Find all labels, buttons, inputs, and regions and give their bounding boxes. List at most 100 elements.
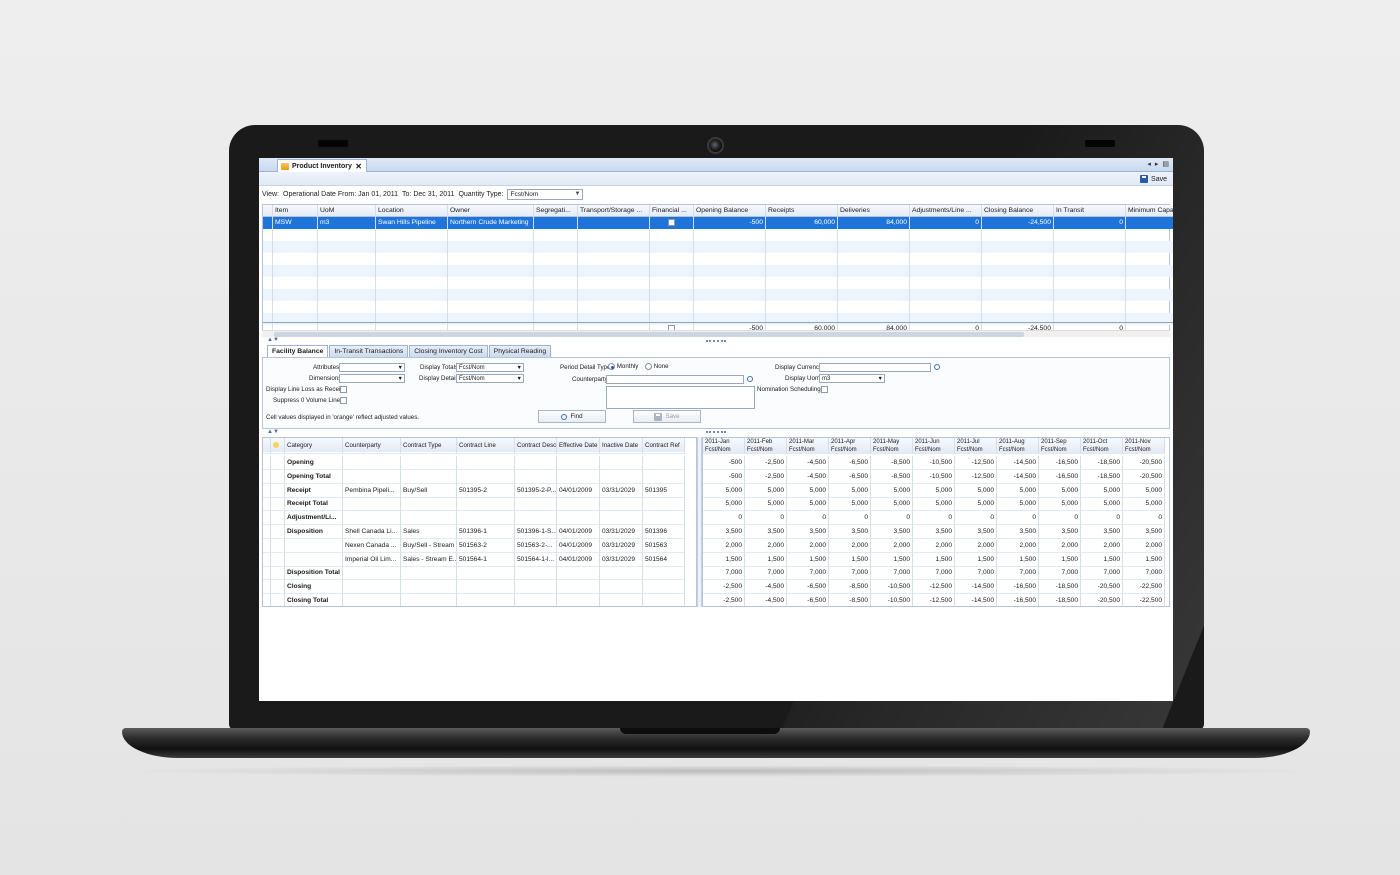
value-cell[interactable]: 1,500 [703, 552, 745, 567]
table-row[interactable]: Opening [263, 456, 685, 470]
month-header[interactable]: 2011-Jun Fcst/Nom [913, 438, 955, 454]
column-header[interactable]: Counterparty [343, 438, 401, 454]
attributes-select[interactable]: ▼ [339, 363, 405, 372]
close-icon[interactable]: ✕ [355, 162, 362, 171]
value-cell[interactable]: 1,500 [997, 552, 1039, 567]
value-cell[interactable]: 5,000 [787, 497, 829, 512]
value-cell[interactable]: 7,000 [829, 566, 871, 581]
suppress-checkbox[interactable] [340, 397, 347, 404]
value-cell[interactable]: -2,500 [703, 594, 745, 606]
value-cell[interactable]: -16,500 [997, 580, 1039, 595]
value-cell[interactable]: -10,500 [871, 594, 913, 606]
value-cell[interactable]: -22,500 [1123, 580, 1165, 595]
nomination-checkbox[interactable] [821, 386, 828, 393]
column-header[interactable]: Receipts [766, 205, 838, 217]
value-cell[interactable]: -4,500 [745, 594, 787, 606]
value-cell[interactable]: -10,500 [913, 456, 955, 470]
value-cell[interactable]: -18,500 [1081, 469, 1123, 484]
period-none-option[interactable]: None [645, 363, 669, 370]
value-cell[interactable]: -500 [703, 456, 745, 470]
value-cell[interactable]: 5,000 [1123, 497, 1165, 512]
value-cell[interactable]: 5,000 [787, 483, 829, 498]
display-uom-select[interactable]: m3 ▼ [819, 374, 885, 383]
table-row[interactable] [263, 229, 1173, 241]
column-header[interactable]: Contract Type [401, 438, 457, 454]
table-row[interactable]: Receipt Pembina Pipeli... Buy/Sell 501395-2… [263, 483, 685, 498]
save-button[interactable]: Save [1140, 175, 1167, 183]
value-cell[interactable]: -16,500 [1039, 456, 1081, 470]
table-row[interactable] [263, 241, 1173, 253]
column-header[interactable]: Deliveries [838, 205, 910, 217]
column-header[interactable]: Segregati... [534, 205, 578, 217]
value-cell[interactable]: 0 [955, 511, 997, 526]
grid-splitter[interactable] [706, 431, 726, 433]
value-cell[interactable]: 1,500 [829, 552, 871, 567]
value-cell[interactable]: -8,500 [829, 594, 871, 606]
radio-unselected[interactable] [645, 363, 652, 370]
column-header[interactable]: Owner [448, 205, 534, 217]
value-cell[interactable]: 0 [871, 511, 913, 526]
column-header[interactable]: Location [376, 205, 448, 217]
dimensions-select[interactable]: ▼ [339, 374, 405, 383]
value-cell[interactable]: 3,500 [745, 525, 787, 539]
value-cell[interactable]: 2,000 [955, 538, 997, 553]
value-cell[interactable]: 2,000 [1123, 538, 1165, 553]
value-cell[interactable]: 3,500 [997, 525, 1039, 539]
value-cell[interactable]: -8,500 [871, 469, 913, 484]
value-cell[interactable]: -10,500 [913, 469, 955, 484]
value-cell[interactable]: 2,000 [745, 538, 787, 553]
collapse-arrows-icon[interactable]: ▲▼ [267, 337, 279, 343]
scroll-right-icon[interactable]: ▸ [1155, 160, 1159, 168]
table-row[interactable]: Closing Total [263, 594, 685, 606]
value-cell[interactable]: 3,500 [703, 525, 745, 539]
table-row-selected[interactable]: MSW m3 Swan Hills Pipeline Northern Crude M… [263, 217, 1173, 229]
value-cell[interactable]: -18,500 [1081, 456, 1123, 470]
value-cell[interactable]: 7,000 [1123, 566, 1165, 581]
value-cell[interactable]: 5,000 [997, 497, 1039, 512]
month-header[interactable]: 2011-May Fcst/Nom [871, 438, 913, 454]
value-cell[interactable]: 0 [913, 511, 955, 526]
financial-checkbox[interactable] [668, 218, 675, 226]
search-icon[interactable] [934, 364, 940, 370]
value-cell[interactable]: -2,500 [703, 580, 745, 595]
value-cell[interactable]: 7,000 [745, 566, 787, 581]
value-cell[interactable]: 7,000 [997, 566, 1039, 581]
value-cell[interactable]: 0 [787, 511, 829, 526]
value-cell[interactable]: 5,000 [1039, 483, 1081, 498]
value-cell[interactable]: -14,500 [955, 580, 997, 595]
table-row[interactable] [263, 277, 1173, 289]
table-row[interactable] [263, 253, 1173, 265]
value-cell[interactable]: -22,500 [1123, 594, 1165, 606]
quantity-type-select[interactable]: Fcst/Nom ▼ [507, 188, 584, 200]
value-cell[interactable]: 5,000 [997, 483, 1039, 498]
value-cell[interactable]: 1,500 [913, 552, 955, 567]
value-cell[interactable]: 2,000 [1039, 538, 1081, 553]
value-cell[interactable]: 5,000 [1039, 497, 1081, 512]
scrollbar-thumb[interactable] [274, 332, 1024, 337]
value-cell[interactable]: -16,500 [997, 594, 1039, 606]
month-header[interactable]: 2011-Nov Fcst/Nom [1123, 438, 1165, 454]
value-cell[interactable]: 3,500 [1081, 525, 1123, 539]
month-header[interactable]: 2011-Aug Fcst/Nom [997, 438, 1039, 454]
value-cell[interactable]: -4,500 [745, 580, 787, 595]
panel-splitter[interactable] [706, 340, 726, 342]
value-cell[interactable]: 5,000 [745, 497, 787, 512]
column-header[interactable]: Minimum Capa [1126, 205, 1173, 217]
value-cell[interactable]: -18,500 [1039, 580, 1081, 595]
value-cell[interactable]: 5,000 [703, 497, 745, 512]
value-cell[interactable]: 5,000 [871, 497, 913, 512]
value-cell[interactable]: 1,500 [871, 552, 913, 567]
line-loss-checkbox[interactable] [340, 386, 347, 393]
period-monthly-option[interactable]: Monthly [608, 363, 638, 370]
value-cell[interactable]: 5,000 [745, 483, 787, 498]
value-cell[interactable]: -6,500 [787, 580, 829, 595]
column-header[interactable]: Contract Desc [515, 438, 557, 454]
value-cell[interactable]: 5,000 [871, 483, 913, 498]
radio-selected[interactable] [608, 363, 615, 370]
value-cell[interactable]: 7,000 [703, 566, 745, 581]
value-cell[interactable]: 7,000 [913, 566, 955, 581]
tab-closing-inventory-cost[interactable]: Closing Inventory Cost [409, 345, 488, 357]
value-cell[interactable]: 5,000 [829, 497, 871, 512]
value-cell[interactable]: -20,500 [1081, 580, 1123, 595]
counterparty-input[interactable] [606, 375, 744, 384]
